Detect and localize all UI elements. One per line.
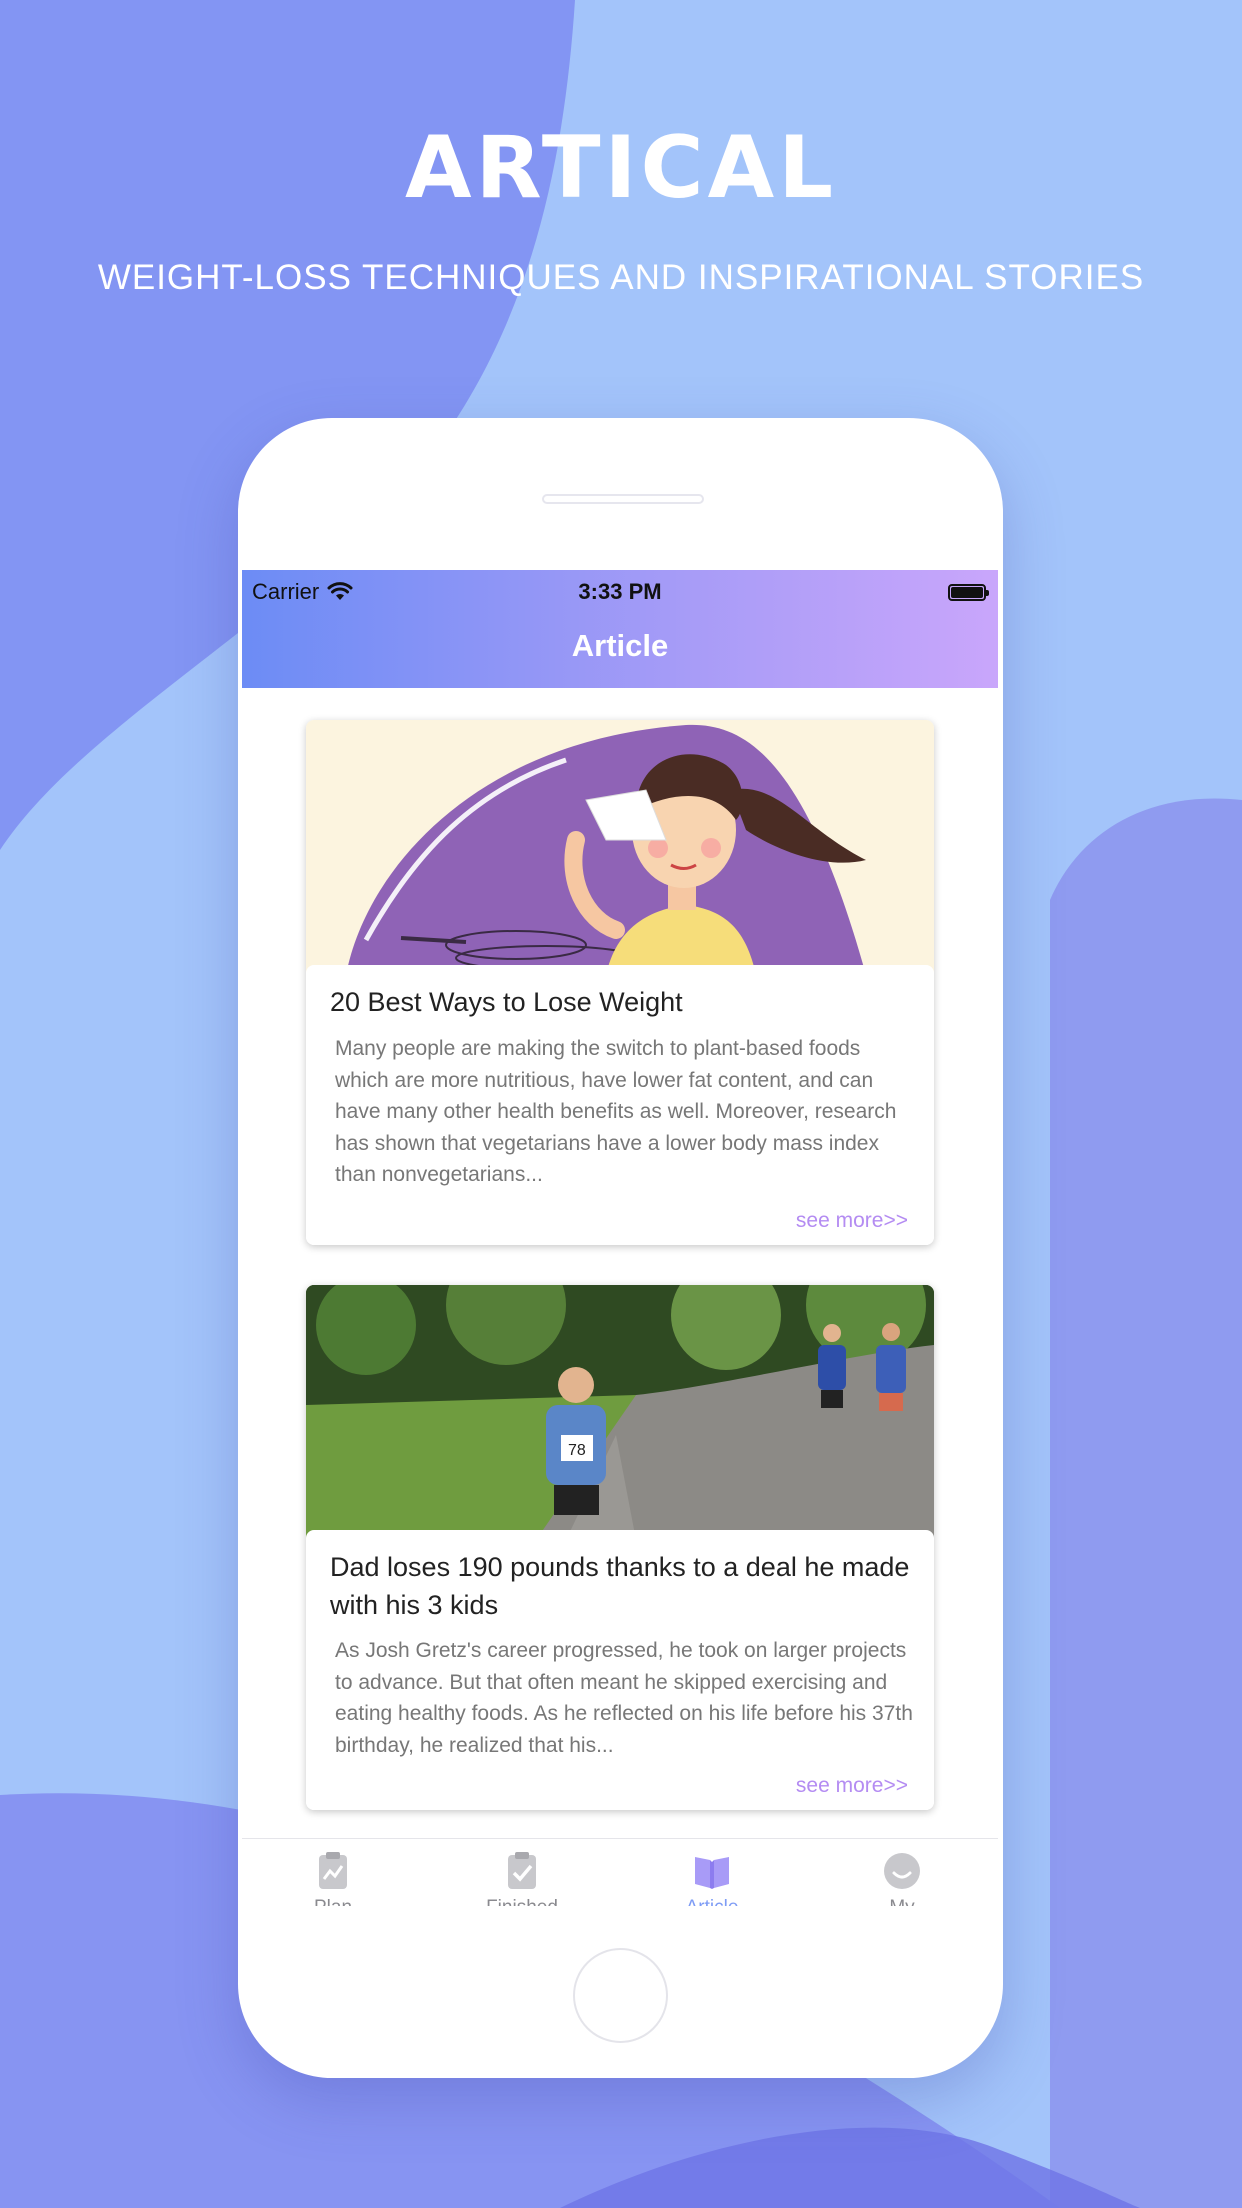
promo-subtitle: WEIGHT-LOSS TECHNIQUES AND INSPIRATIONAL… [97, 258, 1145, 297]
article-card-body: Dad loses 190 pounds thanks to a deal he… [306, 1530, 934, 1810]
article-title[interactable]: 20 Best Ways to Lose Weight [330, 983, 910, 1021]
status-time: 3:33 PM [578, 579, 662, 604]
phone-speaker [542, 494, 704, 504]
smiley-face-icon [884, 1853, 920, 1889]
article-image-runners: 78 [306, 1285, 934, 1540]
article-excerpt: Many people are making the switch to pla… [335, 1037, 897, 1186]
page-title: Article [571, 628, 669, 663]
promo-headline: ARTICAL [404, 118, 838, 218]
tab-plan[interactable]: Plan [273, 1851, 393, 1906]
tab-bar: Plan Finished Article [242, 1838, 998, 1906]
article-title[interactable]: Dad loses 190 pounds thanks to a deal he… [330, 1548, 910, 1624]
article-card[interactable]: 20 Best Ways to Lose Weight Many people … [306, 720, 934, 1245]
article-card-body: 20 Best Ways to Lose Weight Many people … [306, 965, 934, 1245]
chart-clipboard-icon [319, 1852, 347, 1889]
tab-finished[interactable]: Finished [462, 1851, 582, 1906]
race-bib-number: 78 [568, 1442, 586, 1459]
tab-label: My [842, 1897, 962, 1906]
battery-icon [948, 584, 989, 601]
tab-article[interactable]: Article [652, 1851, 772, 1906]
checked-clipboard-icon [508, 1852, 536, 1889]
article-card[interactable]: 78 Dad loses 190 pounds thanks to a deal… [306, 1285, 934, 1810]
app-screen: Carrier 3:33 PM Article 20 Best Ways to … [242, 570, 998, 1906]
article-image-woman-sweating [306, 720, 934, 975]
home-button[interactable] [573, 1948, 668, 2043]
tab-label: Finished [462, 1897, 582, 1906]
phone-mockup: Carrier 3:33 PM Article 20 Best Ways to … [238, 418, 1003, 2078]
see-more-link[interactable]: see more>> [796, 1209, 908, 1233]
navigation-bar: Carrier 3:33 PM Article [242, 570, 998, 688]
tab-label: Article [652, 1897, 772, 1906]
tab-label: Plan [273, 1897, 393, 1906]
article-excerpt: As Josh Gretz's career progressed, he to… [335, 1639, 913, 1757]
tab-my[interactable]: My [842, 1851, 962, 1906]
open-book-icon [695, 1857, 729, 1889]
see-more-link[interactable]: see more>> [796, 1774, 908, 1798]
